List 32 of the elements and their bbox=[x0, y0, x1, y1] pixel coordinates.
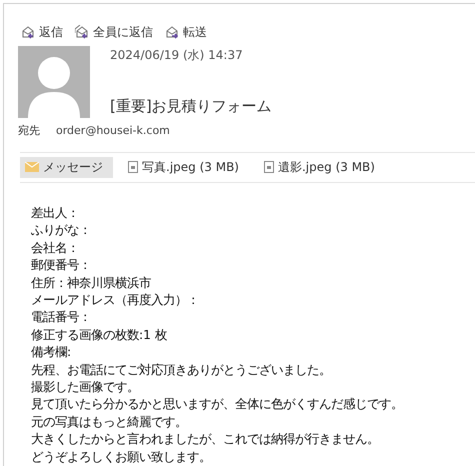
recipient-address: order@housei-k.com bbox=[56, 124, 170, 137]
attachment-tab[interactable]: 遺影.jpeg (3 MB) bbox=[258, 156, 385, 178]
body-text: メールアドレス（再度入力）： bbox=[31, 292, 200, 309]
body-text: 先程、お電話にてご対応頂きありがとうございました。 bbox=[31, 362, 332, 379]
body-text: 電話番号： bbox=[31, 309, 92, 326]
body-text: 備考欄: bbox=[31, 344, 72, 362]
body-text: 撮影した画像です。 bbox=[31, 378, 140, 396]
envelope-icon bbox=[75, 25, 90, 40]
body-text: 見て頂いたら分かるかと思いますが、全体に色がくすんだ感じです。 bbox=[31, 396, 404, 414]
body-text: 会社名： bbox=[31, 240, 80, 257]
body-text: 住所：神奈川県横浜市 bbox=[31, 274, 152, 292]
message-tab[interactable]: メッセージ bbox=[20, 156, 113, 178]
envelope-icon bbox=[21, 25, 36, 40]
action-button[interactable]: 全員に返信 bbox=[75, 23, 153, 42]
action-button[interactable]: 返信 bbox=[21, 23, 63, 42]
body-text: どうぞよろしくお願い致します。 bbox=[31, 448, 212, 466]
file-icon bbox=[128, 161, 138, 174]
avatar-icon bbox=[18, 46, 90, 118]
body-text: ふりがな： bbox=[31, 222, 92, 240]
envelope-icon bbox=[25, 162, 39, 172]
body-text: 郵便番号： bbox=[31, 257, 92, 274]
file-icon bbox=[264, 161, 274, 174]
envelope-icon bbox=[165, 25, 180, 40]
sent-date: 2024/06/19 (水) 14:37 bbox=[110, 46, 244, 64]
action-button[interactable]: 転送 bbox=[165, 23, 207, 42]
body-text: 元の写真はもっと綺麗です。 bbox=[31, 414, 188, 431]
to-label: 宛先 bbox=[18, 122, 40, 138]
body-text: 大きくしたからと言われましたが、これでは納得が行きません。 bbox=[31, 431, 380, 448]
body-text: 修正する画像の枚数:1 枚 bbox=[31, 326, 168, 344]
body-text: 差出人： bbox=[31, 204, 80, 222]
subject: [重要]お見積りフォーム bbox=[110, 96, 272, 116]
attachment-tab[interactable]: 写真.jpeg (3 MB) bbox=[123, 156, 249, 178]
